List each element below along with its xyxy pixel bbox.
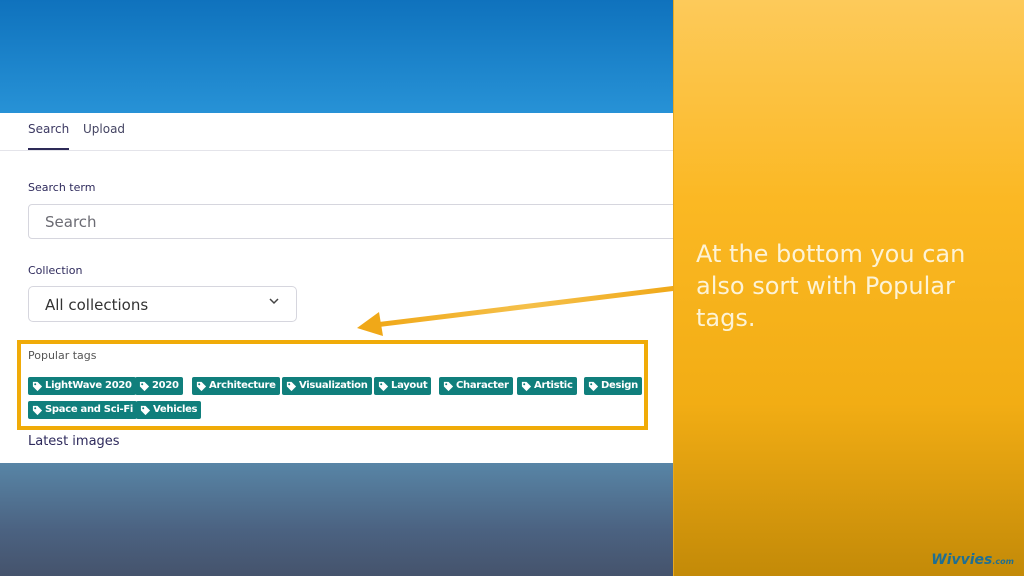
tag-icon: [443, 381, 454, 391]
tag-button[interactable]: Character: [439, 377, 513, 395]
bottom-banner: [0, 463, 673, 576]
tag-label: 2020: [152, 380, 179, 391]
tag-icon: [32, 405, 43, 415]
collection-select[interactable]: All collections: [28, 286, 297, 322]
annotation-panel: At the bottom you can also sort with Pop…: [673, 0, 1024, 576]
collection-label: Collection: [28, 264, 83, 277]
tag-label: Space and Sci-Fi: [45, 404, 133, 415]
tag-button[interactable]: Design: [584, 377, 642, 395]
brand-logo-suffix: .com: [992, 557, 1014, 566]
tag-label: Artistic: [534, 380, 573, 391]
collection-selected-value: All collections: [45, 296, 149, 314]
tag-icon: [521, 381, 532, 391]
tag-icon: [286, 381, 297, 391]
callout-text: At the bottom you can also sort with Pop…: [696, 240, 966, 332]
popular-tags-section: Popular tags LightWave 2020 2020 Architect…: [17, 340, 648, 430]
top-banner: [0, 0, 673, 113]
tab-search[interactable]: Search: [28, 122, 70, 150]
tag-icon: [32, 381, 43, 391]
tag-label: Visualization: [299, 380, 368, 391]
tag-label: LightWave 2020: [45, 380, 132, 391]
tag-button[interactable]: Space and Sci-Fi: [28, 401, 137, 419]
tag-icon: [196, 381, 207, 391]
tag-icon: [139, 381, 150, 391]
tag-button[interactable]: Layout: [374, 377, 432, 395]
chevron-down-icon: [269, 298, 279, 305]
search-input[interactable]: [28, 204, 688, 239]
brand-logo: Wivvies.com: [931, 552, 1014, 568]
tab-bar: Search Upload: [0, 113, 673, 151]
tag-button[interactable]: LightWave 2020: [28, 377, 136, 395]
tag-button[interactable]: Artistic: [517, 377, 577, 395]
tag-label: Vehicles: [153, 404, 198, 415]
tag-label: Architecture: [209, 380, 276, 391]
latest-images-heading: Latest images: [28, 434, 120, 449]
search-term-label: Search term: [28, 181, 96, 194]
tag-icon: [378, 381, 389, 391]
tab-upload[interactable]: Upload: [83, 122, 125, 148]
tag-label: Design: [601, 380, 638, 391]
tag-label: Character: [456, 380, 509, 391]
callout-arrow: [357, 285, 678, 336]
tag-icon: [588, 381, 599, 391]
tag-button[interactable]: 2020: [135, 377, 183, 395]
tag-button[interactable]: Visualization: [282, 377, 372, 395]
tag-label: Layout: [391, 380, 428, 391]
tag-button[interactable]: Vehicles: [136, 401, 202, 419]
tag-button[interactable]: Architecture: [192, 377, 280, 395]
brand-logo-name: Wivvies: [931, 552, 993, 568]
popular-tags-title: Popular tags: [28, 349, 97, 362]
tag-icon: [140, 405, 151, 415]
